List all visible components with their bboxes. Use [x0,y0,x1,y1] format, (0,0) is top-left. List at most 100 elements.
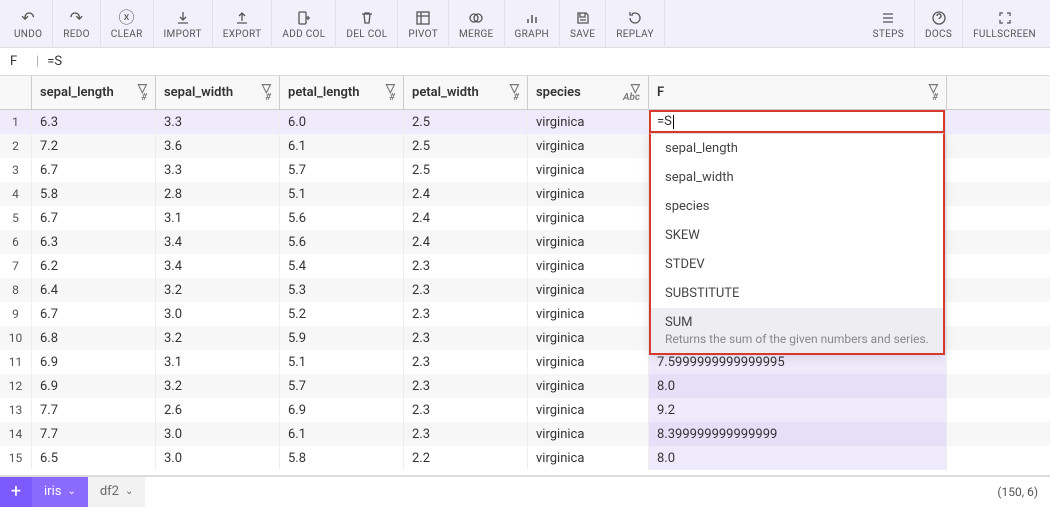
colhead-f[interactable]: F ▽# [649,76,947,109]
sheet-tab-iris[interactable]: iris⌄ [32,477,88,507]
autocomplete-item[interactable]: species [651,192,943,221]
cell[interactable]: 5.9 [280,326,404,350]
cell[interactable]: virginica [528,326,649,350]
cell[interactable]: virginica [528,134,649,158]
cell[interactable]: virginica [528,110,649,134]
row-number[interactable]: 9 [0,302,32,326]
cell[interactable]: virginica [528,278,649,302]
row-number[interactable]: 15 [0,446,32,470]
cell[interactable]: virginica [528,254,649,278]
cell[interactable]: virginica [528,158,649,182]
cell[interactable]: 6.5 [32,446,156,470]
cell[interactable]: 6.9 [32,350,156,374]
cell[interactable]: 3.0 [156,302,280,326]
cell[interactable]: 3.0 [156,446,280,470]
filter-icon[interactable]: ▽ [138,83,147,93]
cell[interactable]: virginica [528,374,649,398]
cell[interactable]: 3.2 [156,278,280,302]
cell[interactable]: 5.6 [280,206,404,230]
cell[interactable]: 2.6 [156,398,280,422]
cell[interactable]: 9.2 [649,398,947,422]
addcol-button[interactable]: ADD COL [272,0,336,48]
autocomplete-item[interactable]: SKEW [651,221,943,250]
cell[interactable]: 7.2 [32,134,156,158]
cell[interactable]: 6.8 [32,326,156,350]
cell[interactable]: 6.3 [32,230,156,254]
filter-icon[interactable]: ▽ [386,83,395,93]
cell[interactable]: virginica [528,206,649,230]
clear-button[interactable]: ⓧ CLEAR [101,0,154,48]
cell[interactable]: 5.7 [280,158,404,182]
row-number[interactable]: 12 [0,374,32,398]
row-number[interactable]: 5 [0,206,32,230]
cell[interactable]: 7.7 [32,398,156,422]
cell[interactable]: 2.4 [404,230,528,254]
cell[interactable]: 2.3 [404,422,528,446]
cell[interactable]: virginica [528,230,649,254]
cell[interactable]: 6.0 [280,110,404,134]
cell[interactable]: 3.2 [156,374,280,398]
cell[interactable]: 3.1 [156,350,280,374]
cell[interactable]: virginica [528,182,649,206]
colhead-sepal-length[interactable]: sepal_length ▽# [32,76,156,109]
cell[interactable]: 2.3 [404,350,528,374]
cell[interactable]: 8.399999999999999 [649,422,947,446]
row-number[interactable]: 10 [0,326,32,350]
redo-button[interactable]: ↷ REDO [53,0,101,48]
row-number[interactable]: 6 [0,230,32,254]
cell[interactable]: 3.3 [156,158,280,182]
row-number[interactable]: 2 [0,134,32,158]
cell[interactable]: 2.2 [404,446,528,470]
cell[interactable]: 6.7 [32,302,156,326]
autocomplete-item[interactable]: SUMReturns the sum of the given numbers … [651,308,943,353]
cell-editor[interactable]: =S [649,110,945,133]
cell[interactable]: virginica [528,422,649,446]
autocomplete-item[interactable]: STDEV [651,250,943,279]
cell[interactable]: 2.5 [404,134,528,158]
graph-button[interactable]: GRAPH [505,0,560,48]
cell[interactable]: 6.1 [280,422,404,446]
cell[interactable]: 5.1 [280,350,404,374]
row-number[interactable]: 3 [0,158,32,182]
cell[interactable]: virginica [528,398,649,422]
row-number[interactable]: 7 [0,254,32,278]
docs-button[interactable]: DOCS [915,0,963,48]
cell[interactable]: 8.0 [649,374,947,398]
import-button[interactable]: IMPORT [154,0,213,48]
delcol-button[interactable]: DEL COL [336,0,398,48]
cell[interactable]: 6.9 [280,398,404,422]
autocomplete-item[interactable]: sepal_length [651,134,943,163]
filter-icon[interactable]: ▽ [631,83,640,93]
add-sheet-button[interactable]: + [0,477,32,507]
cell[interactable]: 2.3 [404,326,528,350]
replay-button[interactable]: REPLAY [606,0,665,48]
undo-button[interactable]: ↶ UNDO [4,0,53,48]
cell[interactable]: 5.6 [280,230,404,254]
autocomplete-item[interactable]: sepal_width [651,163,943,192]
cell[interactable]: 5.1 [280,182,404,206]
autocomplete-item[interactable]: SUBSTITUTE [651,279,943,308]
cell[interactable]: 3.4 [156,254,280,278]
cell[interactable]: 5.7 [280,374,404,398]
cell[interactable]: 3.0 [156,422,280,446]
row-number[interactable]: 8 [0,278,32,302]
cell[interactable]: 3.1 [156,206,280,230]
row-number[interactable]: 4 [0,182,32,206]
cell[interactable]: 3.2 [156,326,280,350]
merge-button[interactable]: MERGE [449,0,505,48]
cell[interactable]: 5.2 [280,302,404,326]
cell[interactable]: virginica [528,302,649,326]
cell[interactable]: 2.3 [404,254,528,278]
cell[interactable]: 5.8 [32,182,156,206]
cell[interactable]: 2.4 [404,206,528,230]
colhead-sepal-width[interactable]: sepal_width ▽# [156,76,280,109]
cell[interactable]: 6.9 [32,374,156,398]
save-button[interactable]: SAVE [560,0,606,48]
cell[interactable]: 2.8 [156,182,280,206]
export-button[interactable]: EXPORT [213,0,273,48]
cell[interactable]: 6.7 [32,206,156,230]
steps-button[interactable]: STEPS [863,0,915,48]
cell[interactable]: virginica [528,446,649,470]
cell[interactable]: 7.7 [32,422,156,446]
colhead-petal-length[interactable]: petal_length ▽# [280,76,404,109]
